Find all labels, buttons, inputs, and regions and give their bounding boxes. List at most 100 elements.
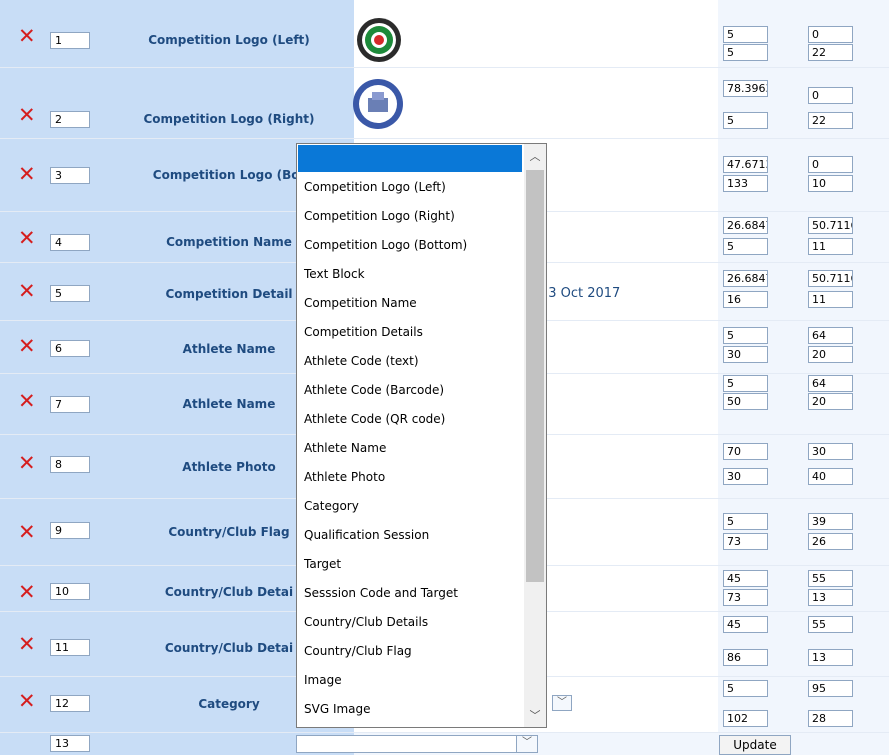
dropdown-option[interactable]: Text Block [304, 267, 365, 281]
width-field[interactable]: 64 [808, 327, 853, 344]
x-position-field[interactable]: 5 [723, 513, 768, 530]
scrollbar-thumb[interactable] [526, 170, 544, 582]
order-input[interactable]: 5 [50, 285, 90, 302]
width-field[interactable]: 0 [808, 156, 853, 173]
x-position-field[interactable]: 5 [723, 327, 768, 344]
delete-x-icon[interactable]: ✕ [18, 228, 36, 249]
height-field[interactable]: 20 [808, 346, 853, 363]
delete-x-icon[interactable]: ✕ [18, 522, 36, 543]
delete-x-icon[interactable]: ✕ [18, 105, 36, 126]
scroll-up-arrow-icon[interactable]: ︿ [524, 148, 546, 164]
y-position-field[interactable]: 5 [723, 112, 768, 129]
x-position-field[interactable]: 45 [723, 570, 768, 587]
x-position-field[interactable]: 70 [723, 443, 768, 460]
dropdown-option[interactable]: Competition Details [304, 325, 423, 339]
delete-x-icon[interactable]: ✕ [18, 281, 36, 302]
height-field[interactable]: 22 [808, 112, 853, 129]
order-input[interactable]: 9 [50, 522, 90, 539]
dropdown-option[interactable]: Category [304, 499, 359, 513]
dropdown-option[interactable]: Athlete Code (Barcode) [304, 383, 444, 397]
width-field[interactable]: 55 [808, 570, 853, 587]
dropdown-option[interactable]: Athlete Photo [304, 470, 385, 484]
dropdown-option[interactable]: Target [304, 557, 341, 571]
order-input[interactable]: 2 [50, 111, 90, 128]
height-field[interactable]: 13 [808, 589, 853, 606]
height-field[interactable]: 11 [808, 238, 853, 255]
y-position-field[interactable]: 86 [723, 649, 768, 666]
width-field[interactable]: 39 [808, 513, 853, 530]
chevron-down-icon[interactable]: ﹀ [552, 695, 572, 711]
y-position-field[interactable]: 16 [723, 291, 768, 308]
order-input[interactable]: 11 [50, 639, 90, 656]
y-position-field[interactable]: 30 [723, 468, 768, 485]
order-input[interactable]: 3 [50, 167, 90, 184]
element-type-dropdown-list[interactable]: Competition Logo (Left) Competition Logo… [296, 143, 547, 728]
delete-x-icon[interactable]: ✕ [18, 336, 36, 357]
width-field[interactable]: 0 [808, 87, 853, 104]
order-input[interactable]: 6 [50, 340, 90, 357]
height-field[interactable]: 26 [808, 533, 853, 550]
dropdown-option[interactable]: Sesssion Code and Target [304, 586, 458, 600]
height-field[interactable]: 28 [808, 710, 853, 727]
delete-x-icon[interactable]: ✕ [18, 164, 36, 185]
y-position-field[interactable]: 73 [723, 533, 768, 550]
order-input[interactable]: 7 [50, 396, 90, 413]
width-field[interactable]: 50.7116 [808, 270, 853, 287]
delete-x-icon[interactable]: ✕ [18, 453, 36, 474]
x-position-field[interactable]: 45 [723, 616, 768, 633]
height-field[interactable]: 40 [808, 468, 853, 485]
height-field[interactable]: 13 [808, 649, 853, 666]
y-position-field[interactable]: 5 [723, 238, 768, 255]
x-position-field[interactable]: 78.3963 [723, 80, 768, 97]
width-field[interactable]: 50.7116 [808, 217, 853, 234]
width-field[interactable]: 55 [808, 616, 853, 633]
element-type-select[interactable]: ﹀ [296, 735, 538, 753]
x-position-field[interactable]: 5 [723, 680, 768, 697]
delete-x-icon[interactable]: ✕ [18, 691, 36, 712]
dropdown-scrollbar[interactable]: ︿ ﹀ [524, 144, 546, 727]
x-position-field[interactable]: 26.6847 [723, 217, 768, 234]
dropdown-option[interactable]: Qualification Session [304, 528, 429, 542]
x-position-field[interactable]: 47.6713 [723, 156, 768, 173]
order-input[interactable]: 8 [50, 456, 90, 473]
order-input[interactable]: 13 [50, 735, 90, 752]
dropdown-option[interactable]: Athlete Code (QR code) [304, 412, 445, 426]
delete-x-icon[interactable]: ✕ [18, 634, 36, 655]
dropdown-option[interactable]: Competition Name [304, 296, 417, 310]
width-field[interactable]: 0 [808, 26, 853, 43]
dropdown-option[interactable]: SVG Image [304, 702, 371, 716]
width-field[interactable]: 30 [808, 443, 853, 460]
dropdown-option[interactable]: Image [304, 673, 342, 687]
y-position-field[interactable]: 73 [723, 589, 768, 606]
order-input[interactable]: 12 [50, 695, 90, 712]
dropdown-option[interactable]: Competition Logo (Left) [304, 180, 446, 194]
x-position-field[interactable]: 5 [723, 375, 768, 392]
y-position-field[interactable]: 5 [723, 44, 768, 61]
dropdown-option[interactable]: Athlete Name [304, 441, 386, 455]
x-position-field[interactable]: 5 [723, 26, 768, 43]
width-field[interactable]: 95 [808, 680, 853, 697]
dropdown-option[interactable]: Competition Logo (Bottom) [304, 238, 467, 252]
dropdown-option[interactable]: Country/Club Flag [304, 644, 412, 658]
height-field[interactable]: 10 [808, 175, 853, 192]
delete-x-icon[interactable]: ✕ [18, 26, 36, 47]
dropdown-option[interactable]: Athlete Code (text) [304, 354, 419, 368]
x-position-field[interactable]: 26.6847 [723, 270, 768, 287]
delete-x-icon[interactable]: ✕ [18, 391, 36, 412]
update-button[interactable]: Update [719, 735, 791, 755]
order-input[interactable]: 10 [50, 583, 90, 600]
y-position-field[interactable]: 50 [723, 393, 768, 410]
order-input[interactable]: 1 [50, 32, 90, 49]
dropdown-selected-empty-option[interactable] [298, 145, 522, 172]
width-field[interactable]: 64 [808, 375, 853, 392]
dropdown-option[interactable]: Competition Logo (Right) [304, 209, 455, 223]
scroll-down-arrow-icon[interactable]: ﹀ [524, 707, 546, 723]
height-field[interactable]: 20 [808, 393, 853, 410]
dropdown-option[interactable]: Country/Club Details [304, 615, 428, 629]
y-position-field[interactable]: 133 [723, 175, 768, 192]
y-position-field[interactable]: 30 [723, 346, 768, 363]
y-position-field[interactable]: 102 [723, 710, 768, 727]
delete-x-icon[interactable]: ✕ [18, 582, 36, 603]
height-field[interactable]: 11 [808, 291, 853, 308]
order-input[interactable]: 4 [50, 234, 90, 251]
